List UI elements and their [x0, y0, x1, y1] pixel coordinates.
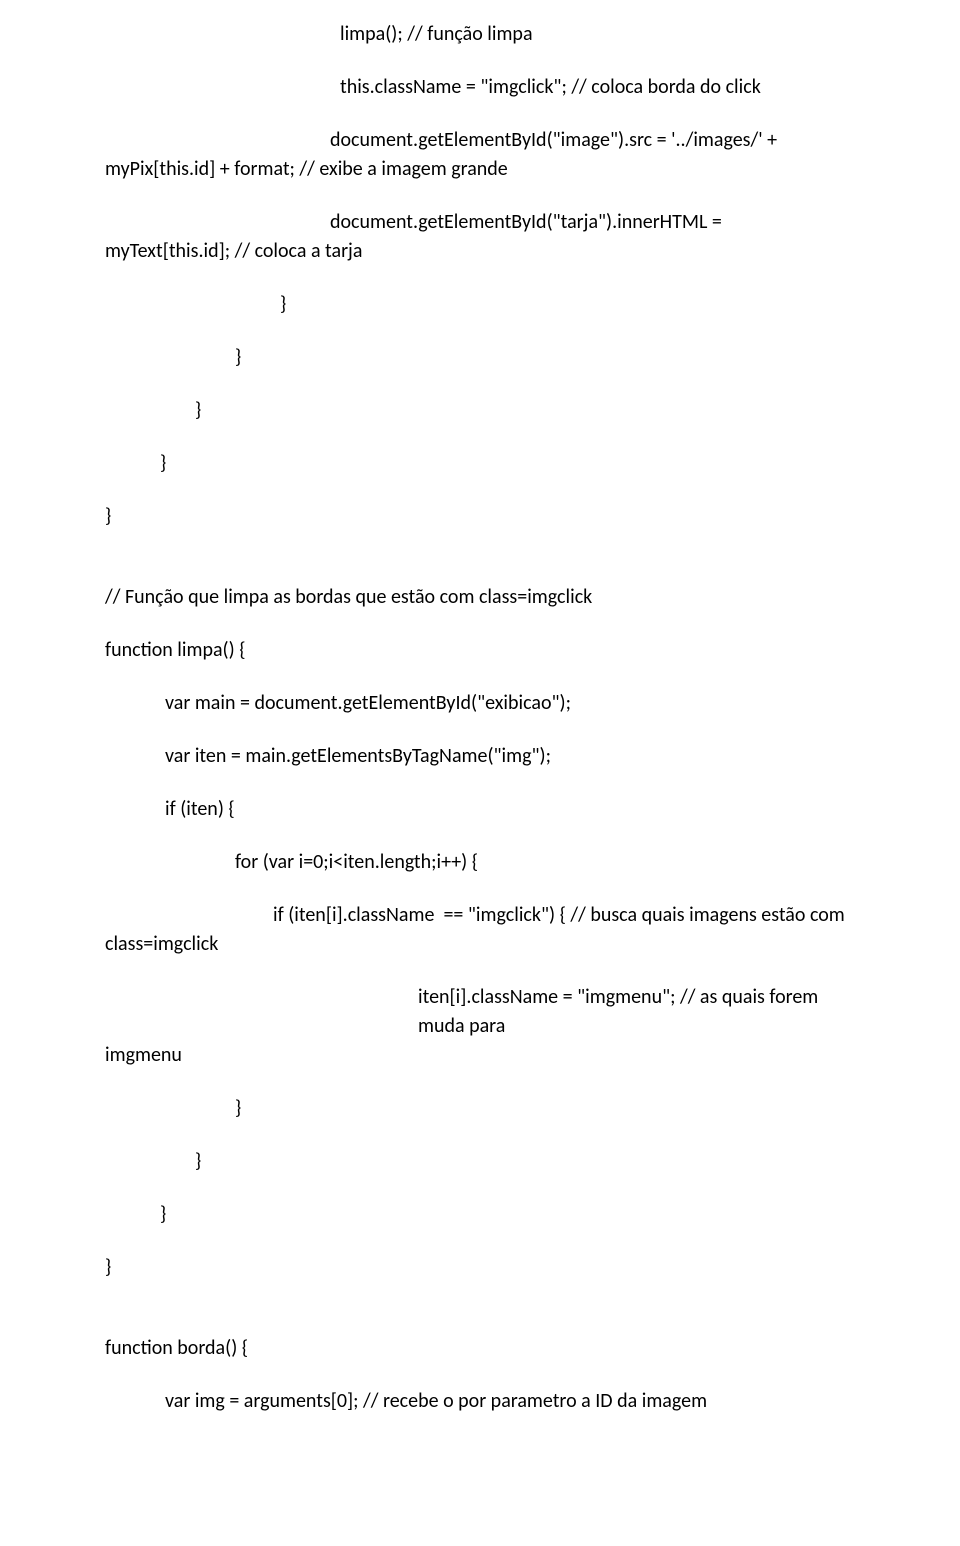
code-line: } [105, 449, 855, 478]
code-line: class=imgclick [105, 930, 855, 959]
code-line: } [105, 290, 855, 319]
code-line: var main = document.getElementById("exib… [105, 689, 855, 718]
code-line: myText[this.id]; // coloca a tarja [105, 237, 855, 266]
code-line: } [105, 1147, 855, 1176]
code-line: this.className = "imgclick"; // coloca b… [105, 73, 855, 102]
code-line: function borda() { [105, 1334, 855, 1363]
code-line: } [105, 1200, 855, 1229]
code-line: document.getElementById("image").src = '… [105, 126, 855, 155]
code-line: } [105, 502, 855, 531]
document-page: limpa(); // função limpa this.className … [0, 0, 960, 1546]
code-line: imgmenu [105, 1041, 855, 1070]
code-line: var iten = main.getElementsByTagName("im… [105, 742, 855, 771]
code-line: if (iten) { [105, 795, 855, 824]
code-line: } [105, 343, 855, 372]
code-line: limpa(); // função limpa [105, 20, 855, 49]
code-line: // Função que limpa as bordas que estão … [105, 583, 855, 612]
code-line: for (var i=0;i<iten.length;i++) { [105, 848, 855, 877]
code-line: iten[i].className = "imgmenu"; // as qua… [105, 983, 855, 1041]
code-line: function limpa() { [105, 636, 855, 665]
code-line: if (iten[i].className == "imgclick") { /… [105, 901, 855, 930]
code-line: myPix[this.id] + format; // exibe a imag… [105, 155, 855, 184]
code-line: } [105, 1253, 855, 1282]
code-line: document.getElementById("tarja").innerHT… [105, 208, 855, 237]
code-line: } [105, 1094, 855, 1123]
code-line: } [105, 396, 855, 425]
code-line: var img = arguments[0]; // recebe o por … [105, 1387, 855, 1416]
